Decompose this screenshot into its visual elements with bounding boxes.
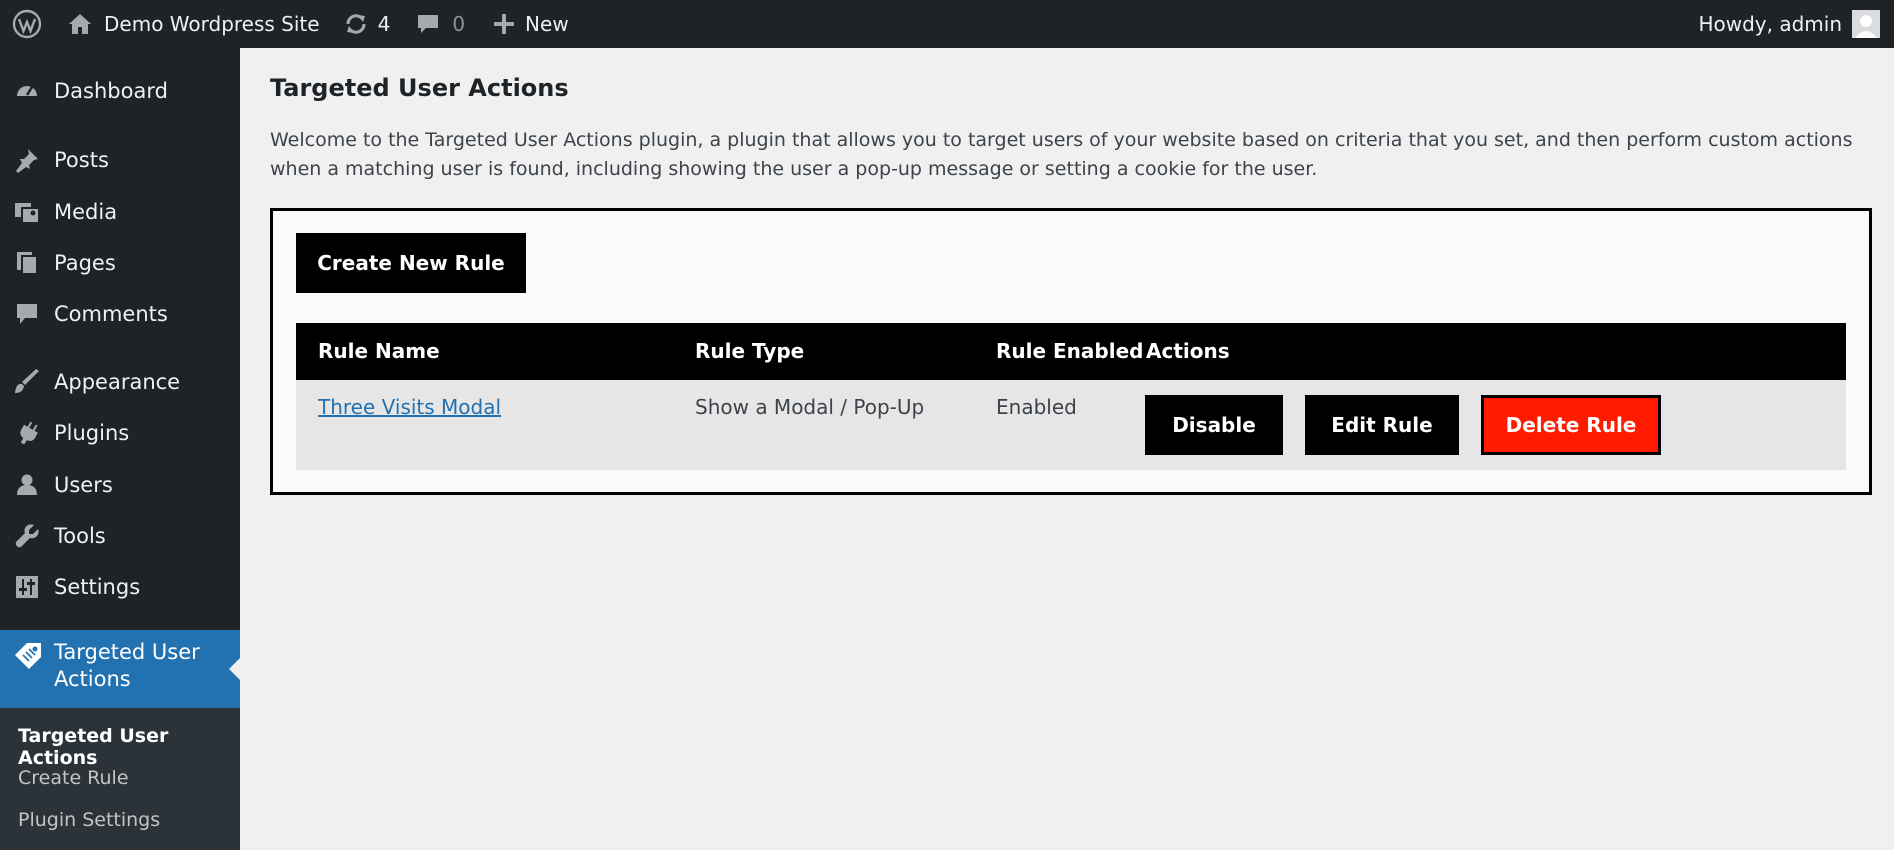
sliders-icon	[0, 575, 54, 599]
active-menu-arrow	[229, 658, 240, 680]
create-new-rule-button[interactable]: Create New Rule	[296, 233, 526, 293]
edit-rule-button[interactable]: Edit Rule	[1305, 395, 1459, 455]
column-header-actions: Actions	[1146, 339, 1230, 363]
rules-panel: Create New Rule Rule Name Rule Type Rule…	[270, 208, 1872, 495]
submenu-item-create-rule[interactable]: Create Rule	[18, 767, 129, 789]
menu-item-label: Tools	[54, 524, 106, 548]
comment-icon	[418, 15, 439, 33]
menu-item-targeted-user-actions[interactable]: Targeted User Actions	[0, 630, 240, 708]
wrench-icon	[0, 523, 54, 549]
submenu-item-plugin-settings[interactable]: Plugin Settings	[18, 809, 160, 831]
menu-item-users[interactable]: Users	[0, 462, 240, 508]
plus-icon	[494, 14, 515, 34]
updates-link[interactable]: 4	[320, 0, 391, 48]
site-name: Demo Wordpress Site	[104, 12, 320, 36]
menu-item-pages[interactable]: Pages	[0, 240, 240, 286]
table-header: Rule Name Rule Type Rule Enabled Actions	[296, 323, 1846, 380]
pin-icon	[0, 147, 54, 173]
menu-item-label: Targeted User Actions	[54, 640, 200, 691]
admin-bar: Demo Wordpress Site 4 0 New Howdy, admin	[0, 0, 1894, 48]
menu-item-label: Settings	[54, 575, 141, 599]
comments-link[interactable]: 0	[390, 0, 465, 48]
main-content: Targeted User Actions Welcome to the Tar…	[240, 48, 1894, 850]
menu-item-label: Appearance	[54, 370, 181, 394]
menu-item-label: Plugins	[54, 421, 130, 445]
home-icon	[69, 14, 91, 34]
menu-item-label: Media	[54, 200, 118, 224]
disable-button[interactable]: Disable	[1145, 395, 1283, 455]
comment-icon	[0, 302, 54, 326]
page-title: Targeted User Actions	[270, 74, 569, 102]
brush-icon	[0, 369, 54, 395]
media-icon	[0, 199, 54, 225]
column-header-rule-type: Rule Type	[695, 339, 805, 363]
menu-item-label: Users	[54, 473, 113, 497]
menu-item-comments[interactable]: Comments	[0, 291, 240, 337]
menu-item-media[interactable]: Media	[0, 189, 240, 235]
delete-rule-button[interactable]: Delete Rule	[1481, 395, 1661, 455]
rule-type-cell: Show a Modal / Pop-Up	[695, 395, 925, 419]
menu-item-label: Posts	[54, 148, 109, 172]
new-label: New	[525, 12, 569, 36]
greeting: Howdy, admin	[1698, 12, 1842, 36]
tag-icon	[12, 640, 44, 676]
table-row: Three Visits Modal Show a Modal / Pop-Up…	[296, 380, 1846, 470]
plug-icon	[0, 420, 54, 446]
dashboard-icon	[0, 78, 54, 104]
pages-icon	[0, 250, 54, 276]
rule-enabled-cell: Enabled	[996, 395, 1077, 419]
menu-item-label: Dashboard	[54, 79, 168, 103]
column-header-rule-enabled: Rule Enabled	[996, 339, 1144, 363]
menu-item-settings[interactable]: Settings	[0, 564, 240, 610]
avatar	[1852, 10, 1880, 38]
refresh-icon	[346, 14, 366, 34]
site-name-link[interactable]: Demo Wordpress Site	[52, 0, 320, 48]
column-header-rule-name: Rule Name	[318, 339, 440, 363]
menu-item-posts[interactable]: Posts	[0, 137, 240, 183]
updates-count: 4	[377, 12, 391, 36]
new-content-link[interactable]: New	[465, 0, 569, 48]
rules-table: Rule Name Rule Type Rule Enabled Actions…	[296, 323, 1846, 470]
rule-name-link[interactable]: Three Visits Modal	[318, 395, 501, 419]
rule-name-cell: Three Visits Modal	[318, 395, 501, 419]
admin-sidebar: Dashboard Posts Media Pages Comments App…	[0, 48, 240, 850]
submenu: Targeted User Actions Create Rule Plugin…	[0, 708, 240, 850]
wordpress-logo-icon[interactable]	[2, 0, 52, 48]
intro-text: Welcome to the Targeted User Actions plu…	[270, 129, 1853, 180]
user-icon	[0, 473, 54, 497]
my-account-link[interactable]: Howdy, admin	[1698, 0, 1894, 48]
menu-item-tools[interactable]: Tools	[0, 513, 240, 559]
menu-item-appearance[interactable]: Appearance	[0, 359, 240, 405]
comments-count: 0	[452, 12, 466, 36]
menu-item-plugins[interactable]: Plugins	[0, 410, 240, 456]
menu-item-label: Pages	[54, 251, 116, 275]
submenu-item-targeted-user-actions[interactable]: Targeted User Actions	[18, 725, 240, 769]
menu-item-label: Comments	[54, 302, 168, 326]
menu-item-dashboard[interactable]: Dashboard	[0, 68, 240, 114]
